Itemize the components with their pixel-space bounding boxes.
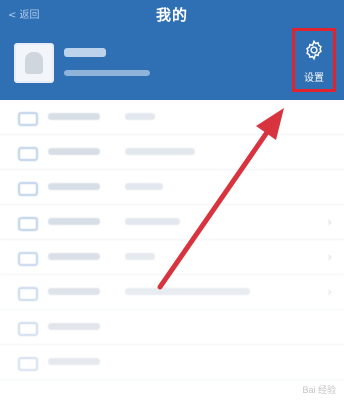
annotation-arrow-icon [157,108,284,290]
watermark: Bai 经验 [302,385,336,395]
